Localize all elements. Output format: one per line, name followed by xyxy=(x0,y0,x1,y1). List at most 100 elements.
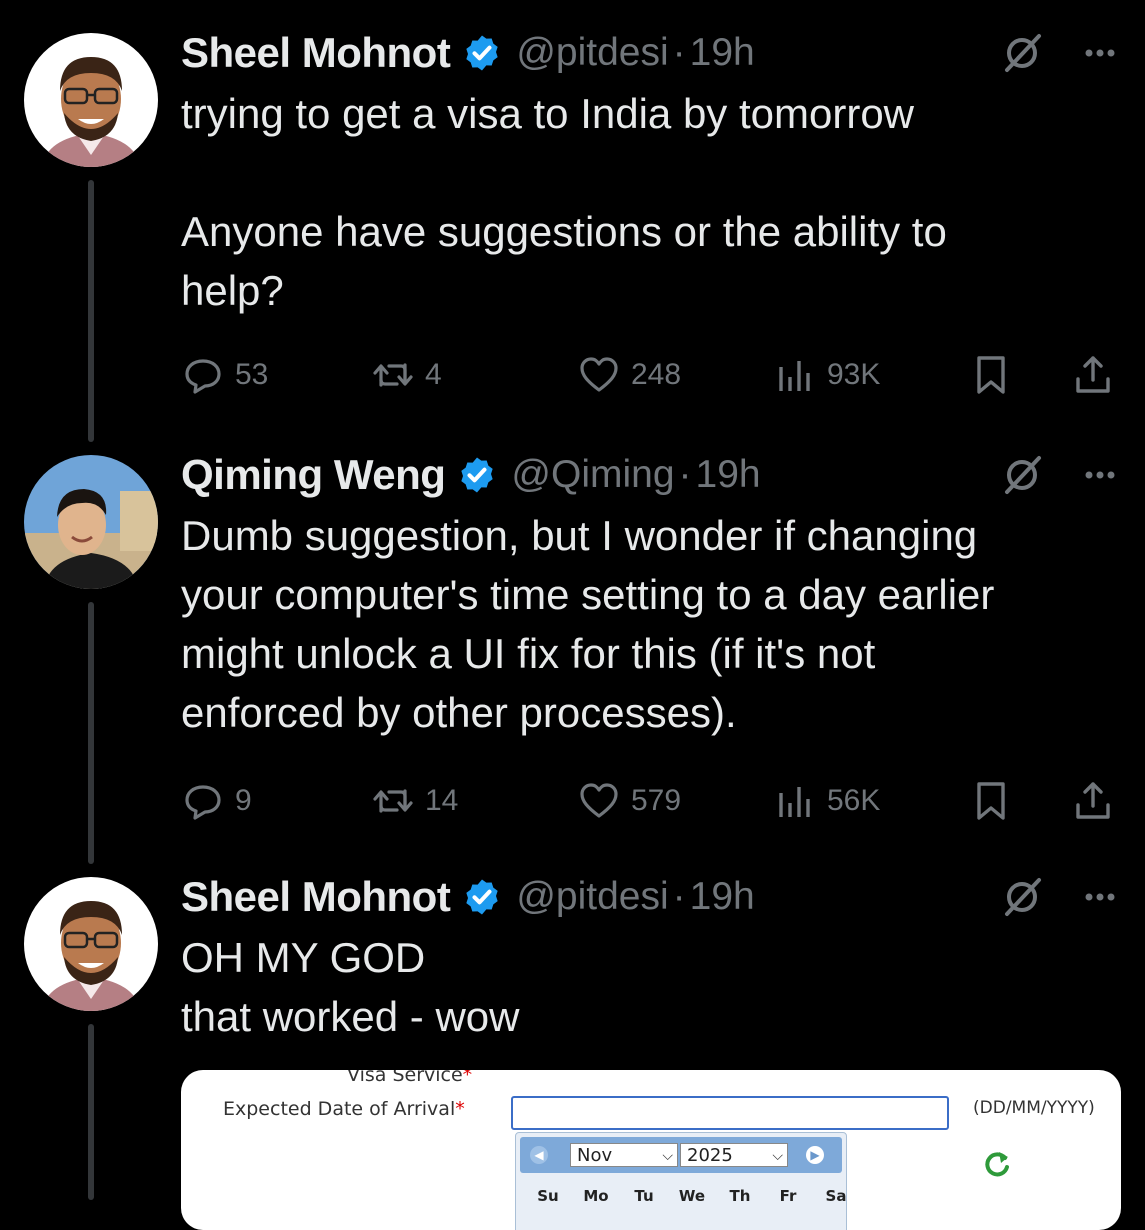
more-options-icon[interactable] xyxy=(1085,470,1115,480)
weekday-label: Sa xyxy=(825,1187,847,1205)
handle[interactable]: @pitdesi xyxy=(516,31,668,75)
verified-badge-icon xyxy=(466,35,498,71)
repost-count: 4 xyxy=(425,358,442,391)
reply-button[interactable]: 53 xyxy=(181,350,268,400)
tweet: Qiming Weng @Qiming · 19h Dumb suggestio… xyxy=(181,450,1115,826)
share-button[interactable] xyxy=(1071,350,1115,400)
refresh-icon[interactable] xyxy=(981,1148,1013,1180)
share-icon xyxy=(1076,356,1110,393)
reply-count: 9 xyxy=(235,784,252,817)
display-name[interactable]: Qiming Weng xyxy=(181,451,446,499)
chevron-down-icon: ⌵ xyxy=(772,1148,783,1164)
reply-icon xyxy=(185,785,221,820)
separator-dot: · xyxy=(672,31,686,74)
share-icon xyxy=(1076,782,1110,819)
weekday-label: Mo xyxy=(583,1187,609,1205)
grok-icon[interactable] xyxy=(1001,32,1043,74)
tweet-text: Dumb suggestion, but I wonder if changin… xyxy=(181,506,1115,742)
separator-dot: · xyxy=(678,453,692,496)
like-count: 248 xyxy=(631,358,682,391)
views-button[interactable]: 56K xyxy=(773,776,880,826)
repost-button[interactable]: 14 xyxy=(371,776,458,826)
tweet-actions: 9 14 579 56K xyxy=(181,776,1115,826)
like-button[interactable]: 579 xyxy=(577,776,681,826)
like-button[interactable]: 248 xyxy=(577,350,681,400)
views-button[interactable]: 93K xyxy=(773,350,880,400)
tweet-line: enforced by other processes). xyxy=(181,689,737,736)
weekday-label: Su xyxy=(537,1187,559,1205)
tweet-line: your computer's time setting to a day ea… xyxy=(181,571,995,618)
tweet-line-gap xyxy=(181,143,1115,202)
tweet-text: OH MY GOD that worked - wow xyxy=(181,928,1115,1046)
datepicker-header: ◀ Nov ⌵ 2025 ⌵ ▶ xyxy=(520,1137,842,1173)
views-chart-icon xyxy=(779,787,810,817)
weekday-label: Th xyxy=(729,1187,751,1205)
view-count: 56K xyxy=(827,784,881,817)
visa-service-label: Visa Service* xyxy=(347,1070,473,1086)
reply-icon xyxy=(185,359,221,394)
views-chart-icon xyxy=(779,361,810,391)
prev-month-icon[interactable]: ◀ xyxy=(530,1146,548,1164)
avatar[interactable] xyxy=(24,455,158,589)
tweet-line: help? xyxy=(181,267,284,314)
tweet-text: trying to get a visa to India by tomorro… xyxy=(181,84,1115,320)
timestamp[interactable]: 19h xyxy=(690,31,755,75)
month-select[interactable]: Nov ⌵ xyxy=(570,1143,678,1167)
tweet-line: that worked - wow xyxy=(181,993,520,1040)
more-options-icon[interactable] xyxy=(1085,48,1115,58)
verified-badge-icon xyxy=(461,457,494,493)
avatar[interactable] xyxy=(24,877,158,1011)
share-button[interactable] xyxy=(1071,776,1115,826)
datepicker: ◀ Nov ⌵ 2025 ⌵ ▶ Su Mo Tu We Th Fr Sa xyxy=(515,1132,847,1230)
thread-line xyxy=(88,1024,94,1200)
tweet-actions: 53 4 248 93K xyxy=(181,350,1115,400)
separator-dot: · xyxy=(672,875,686,918)
year-select[interactable]: 2025 ⌵ xyxy=(680,1143,788,1167)
heart-icon xyxy=(580,357,618,392)
display-name[interactable]: Sheel Mohnot xyxy=(181,873,451,921)
handle[interactable]: @pitdesi xyxy=(516,875,668,919)
thread-line xyxy=(88,180,94,442)
repost-count: 14 xyxy=(425,784,459,817)
bookmark-button[interactable] xyxy=(969,776,1013,826)
weekday-header: Su Mo Tu We Th Fr Sa xyxy=(524,1187,860,1205)
handle[interactable]: @Qiming xyxy=(511,453,674,497)
display-name[interactable]: Sheel Mohnot xyxy=(181,29,451,77)
next-month-icon[interactable]: ▶ xyxy=(806,1146,824,1164)
timestamp[interactable]: 19h xyxy=(690,875,755,919)
bookmark-button[interactable] xyxy=(969,350,1013,400)
weekday-label: Fr xyxy=(779,1187,797,1205)
avatar[interactable] xyxy=(24,33,158,167)
chevron-down-icon: ⌵ xyxy=(662,1148,673,1164)
weekday-label: Tu xyxy=(634,1187,654,1205)
tweet-line: might unlock a UI fix for this (if it's … xyxy=(181,630,876,677)
timestamp[interactable]: 19h xyxy=(696,453,761,497)
attached-image[interactable]: Visa Service* Expected Date of Arrival* … xyxy=(181,1070,1121,1230)
heart-icon xyxy=(580,783,618,818)
thread-line xyxy=(88,602,94,864)
repost-icon xyxy=(373,789,413,813)
grok-icon[interactable] xyxy=(1001,876,1043,918)
like-count: 579 xyxy=(631,784,682,817)
grok-icon[interactable] xyxy=(1001,454,1043,496)
tweet-header: Sheel Mohnot @pitdesi · 19h xyxy=(181,28,1115,78)
tweet-line: Dumb suggestion, but I wonder if changin… xyxy=(181,512,978,559)
verified-badge-icon xyxy=(466,879,498,915)
more-options-icon[interactable] xyxy=(1085,892,1115,902)
weekday-label: We xyxy=(678,1187,706,1205)
repost-icon xyxy=(373,363,413,387)
arrival-date-input[interactable] xyxy=(511,1096,949,1130)
reply-count: 53 xyxy=(235,358,269,391)
tweet: Sheel Mohnot @pitdesi · 19h OH MY GOD th… xyxy=(181,872,1115,1046)
tweet-line: Anyone have suggestions or the ability t… xyxy=(181,208,947,255)
tweet-line: trying to get a visa to India by tomorro… xyxy=(181,90,915,137)
bookmark-icon xyxy=(977,782,1005,820)
bookmark-icon xyxy=(977,356,1005,394)
tweet-header: Sheel Mohnot @pitdesi · 19h xyxy=(181,872,1115,922)
tweet: Sheel Mohnot @pitdesi · 19h trying to ge… xyxy=(181,28,1115,400)
date-format-hint: (DD/MM/YYYY) xyxy=(973,1098,1095,1118)
view-count: 93K xyxy=(827,358,881,391)
tweet-line: OH MY GOD xyxy=(181,934,426,981)
repost-button[interactable]: 4 xyxy=(371,350,442,400)
reply-button[interactable]: 9 xyxy=(181,776,252,826)
